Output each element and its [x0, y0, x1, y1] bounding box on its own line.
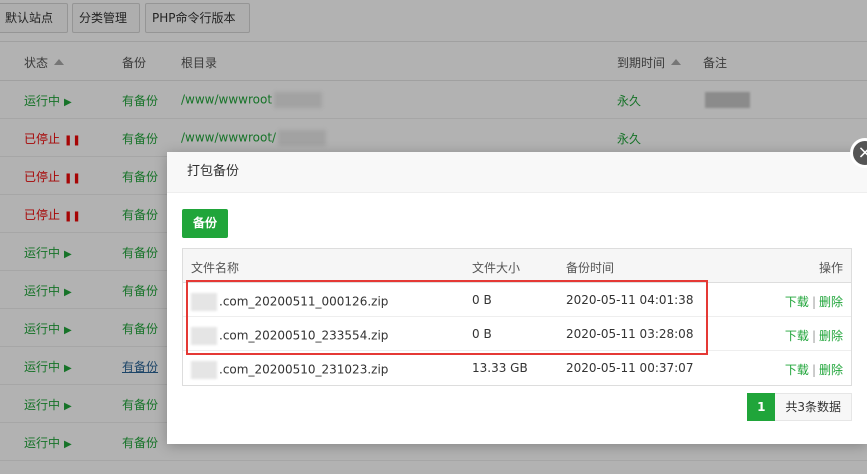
highlight-box	[186, 280, 708, 355]
backup-file-size: 13.33 GB	[472, 361, 528, 375]
download-link[interactable]: 下载	[785, 329, 809, 343]
delete-link[interactable]: 删除	[819, 295, 843, 309]
download-link[interactable]: 下载	[785, 363, 809, 377]
backup-button[interactable]: 备份	[182, 209, 228, 238]
delete-link[interactable]: 删除	[819, 363, 843, 377]
blurred-domain	[191, 361, 217, 379]
op-separator: |	[811, 363, 816, 377]
backup-row: .com_20200510_231023.zip 13.33 GB 2020-05-…	[183, 351, 851, 385]
backup-time: 2020-05-11 00:37:07	[566, 361, 694, 375]
download-link[interactable]: 下载	[785, 295, 809, 309]
ops-header: 操作	[818, 261, 843, 275]
pagination: 1 共3条数据	[747, 393, 852, 421]
backup-ops: 下载 | 删除	[785, 361, 843, 378]
delete-link[interactable]: 删除	[819, 329, 843, 343]
op-separator: |	[811, 329, 816, 343]
backup-ops: 下载 | 删除	[785, 293, 843, 310]
time-header: 备份时间	[566, 261, 615, 275]
page-1-button[interactable]: 1	[747, 393, 776, 421]
backup-file-name: .com_20200510_231023.zip	[191, 361, 388, 379]
modal-title: 打包备份	[167, 152, 867, 193]
backup-ops: 下载 | 删除	[785, 327, 843, 344]
backup-modal: 打包备份 备份 文件名称 文件大小 备份时间 操作 .com_20200511_…	[167, 152, 867, 444]
total-count: 共3条数据	[775, 393, 852, 421]
size-header: 文件大小	[472, 261, 521, 275]
name-header: 文件名称	[191, 261, 240, 275]
op-separator: |	[811, 295, 816, 309]
backup-table-header: 文件名称 文件大小 备份时间 操作	[183, 249, 851, 283]
